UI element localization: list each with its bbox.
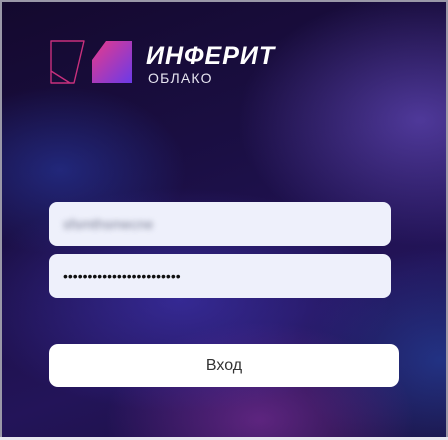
login-button[interactable]: Вход <box>49 344 399 387</box>
inferit-logo-icon <box>50 40 132 84</box>
password-field[interactable]: •••••••••••••••••••••••• <box>49 254 391 298</box>
brand-title: ИНФЕРИТ <box>146 42 276 70</box>
password-value: •••••••••••••••••••••••• <box>63 268 181 284</box>
login-field[interactable]: sfsmthsmecne <box>49 202 391 246</box>
brand-subtitle: ОБЛАКО <box>148 70 213 86</box>
login-value: sfsmthsmecne <box>63 216 154 232</box>
